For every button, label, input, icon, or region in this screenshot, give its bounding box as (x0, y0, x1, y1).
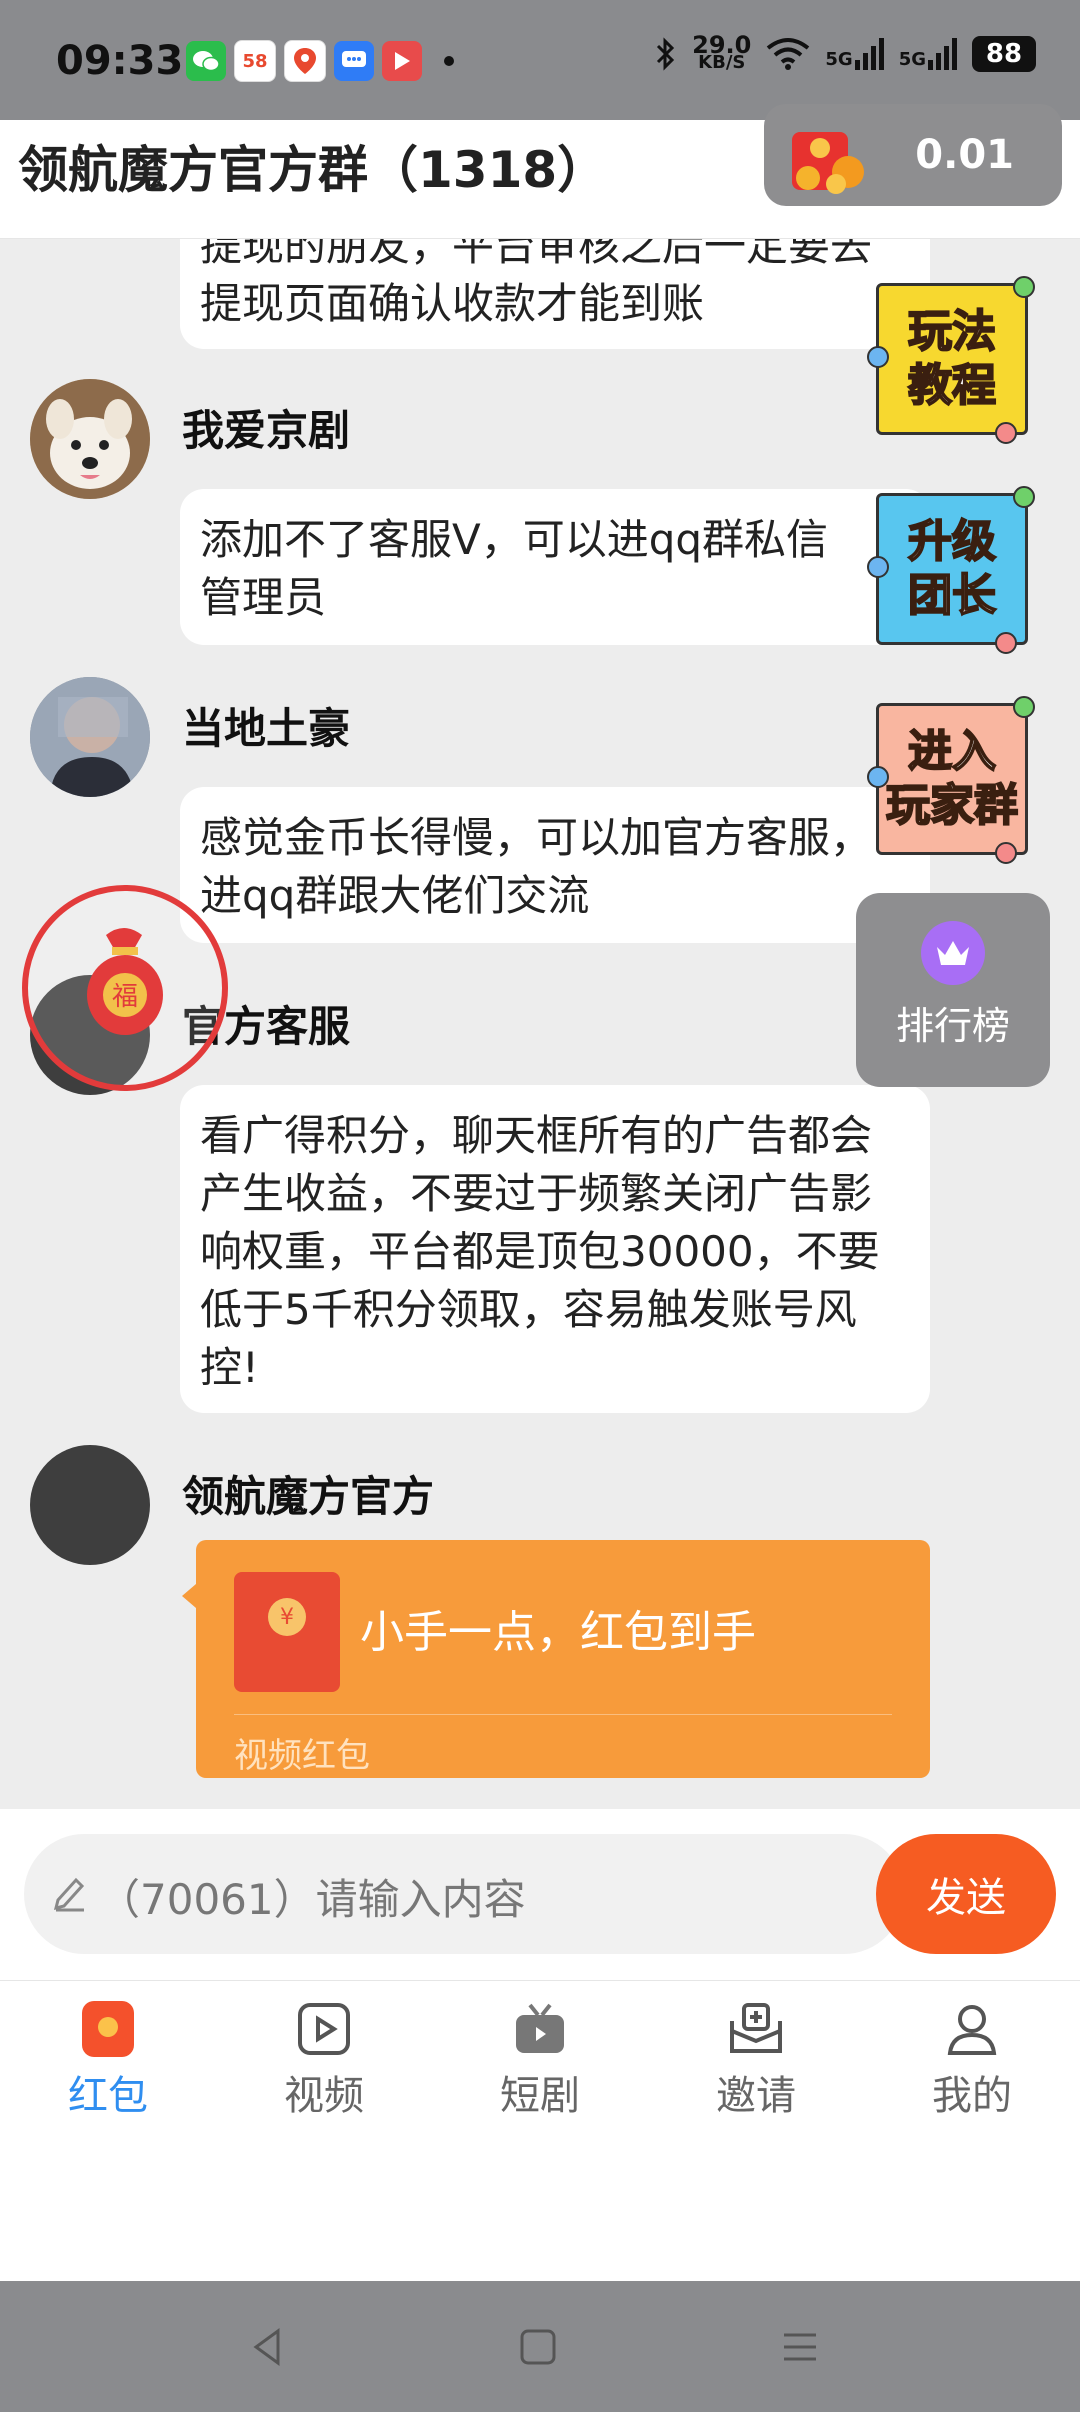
cell-signal-2: 5G (899, 38, 958, 70)
network-speed-unit: KB/S (698, 52, 746, 73)
red-packet-icon (78, 1999, 138, 2059)
profile-icon (942, 1999, 1002, 2059)
message-bubble[interactable]: 看广得积分，聊天框所有的广告都会产生收益，不要过于频繁关闭广告影响权重，平台都是… (180, 1085, 930, 1413)
nav-label: 视频 (284, 2073, 364, 2119)
decor-dot (1013, 696, 1035, 718)
badge-line: 进入 (907, 725, 997, 778)
avatar[interactable] (30, 677, 150, 797)
chat-message-list[interactable]: 提现的朋友，平台审核之后一定要去提现页面确认收款才能到账 我爱京剧 添加不了客服… (0, 239, 1080, 1809)
decor-dot (1013, 486, 1035, 508)
red-packet-text: 小手一点，红包到手 (360, 1607, 756, 1658)
red-envelope-icon: ¥ (234, 1572, 340, 1692)
nav-label: 邀请 (716, 2073, 796, 2119)
yuan-coin-icon: ¥ (268, 1598, 306, 1636)
input-placeholder: （70061）请输入内容 (98, 1875, 526, 1924)
status-app-icons: 58 (186, 40, 454, 82)
sender-name: 我爱京剧 (182, 406, 351, 455)
decor-dot (995, 422, 1017, 444)
sender-name: 领航魔方官方 (182, 1472, 435, 1521)
invite-inbox-icon (726, 1999, 786, 2059)
reward-balance-pill[interactable]: 0.01 (764, 104, 1062, 206)
signal-1-label: 5G (825, 49, 853, 70)
home-icon[interactable] (516, 2325, 560, 2369)
more-notifications-dot (444, 56, 454, 66)
badge-line: 教程 (907, 359, 997, 412)
crown-icon (921, 921, 985, 985)
decor-dot (995, 632, 1017, 654)
message-text-line: 管理员 (200, 573, 327, 622)
message-input[interactable]: （70061）请输入内容 (24, 1834, 904, 1954)
cell-signal-1: 5G (825, 38, 884, 70)
badge-join-player-group[interactable]: 进入 玩家群 (867, 696, 1035, 864)
ranking-button[interactable]: 排行榜 (856, 893, 1050, 1087)
menu-icon[interactable] (778, 2325, 822, 2369)
wifi-icon (767, 38, 810, 70)
lucky-bag-char: 福 (112, 982, 138, 1012)
avatar[interactable] (30, 379, 150, 499)
message-bubble[interactable]: 感觉金币长得慢，可以加官方客服，进qq群跟大佬们交流 (180, 787, 930, 943)
maps-icon (284, 40, 326, 82)
send-button[interactable]: 发送 (876, 1834, 1056, 1954)
signal-2-label: 5G (898, 49, 926, 70)
nav-item-short-drama[interactable]: 短剧 (432, 1999, 648, 2121)
video-play-icon (294, 1999, 354, 2059)
decor-dot (1013, 276, 1035, 298)
red-packet-message[interactable]: ¥ 小手一点，红包到手 视频红包 (182, 1540, 930, 1778)
reward-amount: 0.01 (915, 132, 1014, 178)
avatar[interactable] (30, 1445, 150, 1565)
status-bar: 09:33 58 29.0 KB/S 5G 5G 88 (0, 0, 1080, 120)
decor-dot (867, 346, 889, 368)
58-icon: 58 (234, 40, 276, 82)
decor-dot (867, 766, 889, 788)
nav-item-video[interactable]: 视频 (216, 1999, 432, 2121)
battery-indicator: 88 (972, 36, 1036, 72)
ranking-label: 排行榜 (895, 1004, 1010, 1048)
message-text: 提现的朋友，平台审核之后一定要去提现页面确认收款才能到账 (200, 239, 873, 328)
message-input-bar: （70061）请输入内容 发送 (0, 1810, 1080, 1981)
person-avatar-image (30, 677, 150, 797)
nav-label: 短剧 (500, 2073, 580, 2119)
badge-upgrade-leader[interactable]: 升级 团长 (867, 486, 1035, 654)
decor-dot (995, 842, 1017, 864)
badge-line: 玩法 (907, 305, 997, 358)
message-text-line: 添加不了客服V，可以进qq群私信 (200, 515, 829, 564)
message-icon (334, 41, 374, 81)
dog-avatar-image (30, 379, 150, 499)
wechat-icon (186, 41, 226, 81)
nav-label: 红包 (68, 2073, 148, 2119)
group-title: 领航魔方官方群（1318） (18, 141, 608, 199)
back-icon[interactable] (246, 2325, 290, 2369)
red-packet-subtitle: 视频红包 (234, 1736, 370, 1776)
message-text: 感觉金币长得慢，可以加官方客服，进qq群跟大佬们交流 (200, 813, 873, 920)
decor-dot (867, 556, 889, 578)
bluetooth-icon (657, 37, 675, 71)
message-text: 看广得积分，聊天框所有的广告都会产生收益，不要过于频繁关闭广告影响权重，平台都是… (200, 1111, 880, 1392)
status-time: 09:33 (56, 38, 184, 84)
divider (234, 1714, 892, 1715)
nav-item-mine[interactable]: 我的 (864, 1999, 1080, 2121)
network-speed: 29.0 KB/S (692, 33, 751, 73)
badge-tutorial[interactable]: 玩法 教程 (867, 276, 1035, 444)
status-right: 29.0 KB/S 5G 5G 88 (654, 33, 1036, 73)
nav-item-invite[interactable]: 邀请 (648, 1999, 864, 2121)
system-nav-bar (0, 2281, 1080, 2412)
nav-item-red-packet[interactable]: 红包 (0, 1999, 216, 2121)
sender-name: 当地土豪 (182, 704, 351, 753)
bubble-tail (182, 1584, 196, 1608)
nav-label: 我的 (932, 2073, 1012, 2119)
badge-line: 团长 (907, 569, 997, 622)
bottom-nav: 红包 视频 短剧 邀请 我的 (0, 1981, 1080, 2281)
red-envelope-gift-icon (782, 114, 872, 202)
pencil-icon (53, 1877, 85, 1912)
lucky-bag-button[interactable]: 福 (22, 885, 228, 1091)
lucky-bag-icon: 福 (87, 928, 163, 1035)
message-bubble[interactable]: 添加不了客服V，可以进qq群私信 管理员 (180, 489, 930, 645)
message-bubble[interactable]: 提现的朋友，平台审核之后一定要去提现页面确认收款才能到账 (180, 239, 930, 349)
badge-line: 升级 (907, 515, 997, 568)
chat-header: 领航魔方官方群（1318） 0.01 (0, 104, 1080, 239)
tv-icon (510, 1999, 570, 2059)
video-icon (382, 41, 422, 81)
badge-line: 玩家群 (885, 779, 1019, 832)
